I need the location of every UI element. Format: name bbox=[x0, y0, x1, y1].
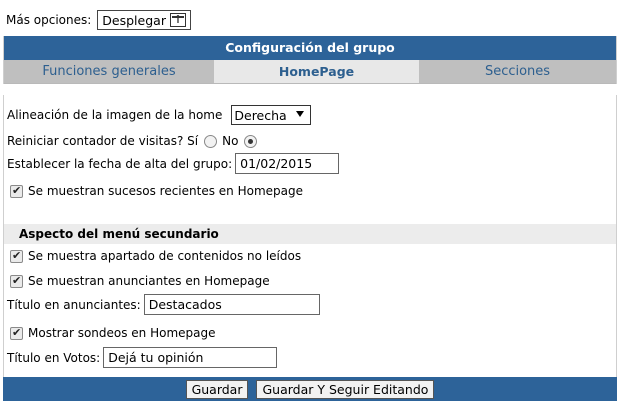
recent-events-label: Se muestran sucesos recientes en Homepag… bbox=[28, 184, 303, 198]
tab-sections[interactable]: Secciones bbox=[419, 60, 616, 83]
tab-general-functions[interactable]: Funciones generales bbox=[4, 60, 214, 83]
unread-contents-label: Se muestra apartado de contenidos no leí… bbox=[28, 249, 302, 263]
homepage-settings: Alineación de la imagen de la home Derec… bbox=[3, 95, 617, 378]
votes-title-row: Título en Votos: bbox=[7, 347, 278, 368]
group-date-input[interactable] bbox=[235, 153, 340, 174]
secondary-menu-header: Aspecto del menú secundario bbox=[4, 224, 616, 244]
reset-counter-label: Reiniciar contador de visitas? Sí bbox=[7, 134, 199, 148]
tab-homepage[interactable]: HomePage bbox=[214, 60, 419, 83]
reset-no-radio[interactable] bbox=[244, 134, 258, 148]
save-and-continue-button[interactable]: Guardar Y Seguir Editando bbox=[256, 379, 435, 399]
unread-contents-row: Se muestra apartado de contenidos no leí… bbox=[7, 249, 301, 263]
more-options-row: Más opciones: Desplegar bbox=[6, 9, 191, 31]
image-align-row: Alineación de la imagen de la home Derec… bbox=[7, 105, 312, 125]
image-align-select[interactable]: Derecha bbox=[231, 105, 312, 125]
advertisers-title-input[interactable] bbox=[143, 294, 320, 315]
votes-title-input[interactable] bbox=[103, 347, 278, 368]
recent-events-row: Se muestran sucesos recientes en Homepag… bbox=[7, 184, 303, 198]
advertisers-title-row: Título en anunciantes: bbox=[7, 294, 320, 315]
polls-label: Mostrar sondeos en Homepage bbox=[28, 326, 216, 340]
polls-checkbox[interactable] bbox=[10, 326, 23, 340]
unread-contents-checkbox[interactable] bbox=[10, 249, 23, 263]
recent-events-checkbox[interactable] bbox=[10, 184, 23, 198]
save-button[interactable]: Guardar bbox=[185, 379, 249, 399]
group-date-row: Establecer la fecha de alta del grupo: bbox=[7, 153, 340, 174]
reset-counter-row: Reiniciar contador de visitas? Sí No bbox=[7, 134, 262, 148]
votes-title-label: Título en Votos: bbox=[7, 350, 101, 365]
expand-icon bbox=[169, 13, 186, 27]
group-date-label: Establecer la fecha de alta del grupo: bbox=[7, 156, 233, 171]
advertisers-row: Se muestran anunciantes en Homepage bbox=[7, 274, 270, 288]
panel-title: Configuración del grupo bbox=[4, 36, 616, 60]
advertisers-checkbox[interactable] bbox=[10, 274, 23, 288]
reset-no-label: No bbox=[222, 134, 239, 148]
tab-bar: Funciones generales HomePage Secciones bbox=[4, 60, 616, 84]
advertisers-title-label: Título en anunciantes: bbox=[7, 297, 141, 312]
polls-row: Mostrar sondeos en Homepage bbox=[7, 326, 216, 340]
more-options-label: Más opciones: bbox=[6, 13, 92, 27]
form-footer: Guardar Guardar Y Seguir Editando bbox=[3, 377, 617, 401]
expand-button-label: Desplegar bbox=[102, 12, 166, 28]
image-align-select-wrap: Derecha bbox=[222, 105, 312, 125]
image-align-label: Alineación de la imagen de la home bbox=[7, 108, 223, 122]
group-config-panel: Configuración del grupo Funciones genera… bbox=[3, 36, 617, 84]
expand-button[interactable]: Desplegar bbox=[97, 10, 191, 30]
reset-yes-radio[interactable] bbox=[204, 134, 218, 148]
advertisers-label: Se muestran anunciantes en Homepage bbox=[28, 274, 270, 288]
